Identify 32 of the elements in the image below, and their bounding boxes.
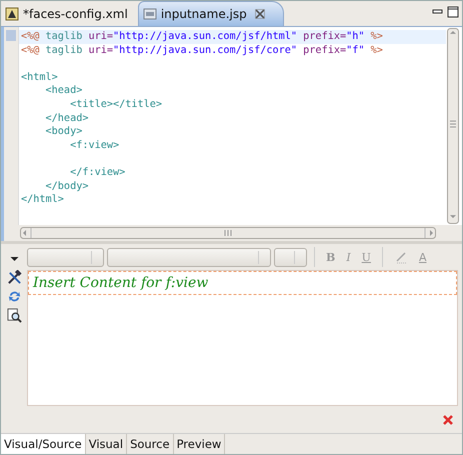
tools-icon[interactable] [6, 270, 22, 285]
code-line: <title></title> [69, 98, 162, 110]
horizontal-scrollbar[interactable] [20, 227, 436, 239]
view-tab[interactable]: Visual [86, 434, 128, 454]
error-icon [442, 414, 454, 426]
code-line: </f:view> [69, 166, 126, 178]
visual-editor[interactable]: Insert Content for f:view [27, 270, 458, 406]
config-file-icon [5, 6, 19, 20]
close-icon[interactable] [254, 9, 265, 19]
find-icon[interactable] [6, 308, 22, 323]
content-prompt: Insert Content for f:view [33, 275, 208, 291]
vertical-scrollbar[interactable] [446, 27, 462, 225]
code-line: <f:view> [69, 140, 120, 151]
code-line: </body> [44, 180, 88, 192]
view-tab[interactable]: Visual/Source [1, 434, 86, 454]
font-dropdown[interactable] [107, 248, 271, 266]
editor-tab[interactable]: inputname.jsp [138, 1, 284, 26]
pen-icon[interactable] [394, 250, 408, 264]
size-dropdown[interactable] [274, 248, 307, 266]
code-line: <body> [44, 126, 82, 138]
refresh-icon[interactable] [6, 289, 22, 304]
code-line: <%@ taglib uri="http://java.sun.com/jsf/html" prefix="h" %> [21, 31, 383, 42]
code-line: <%@ taglib uri="http://java.sun.com/jsf/core" prefix="f" %> [21, 44, 383, 56]
code-line: </head> [44, 112, 88, 124]
source-editor[interactable]: <%@ taglib uri="http://java.sun.com/jsf/html" prefix="h" %> <%@ taglib uri="http://java.sun.com/jsf/core" prefix="f" %> <html> <head> <title></title> </head> <body> <f:view> </f:view> </body> </html> [18, 27, 446, 225]
jsp-file-icon [142, 7, 157, 21]
code-line: <html> [21, 72, 58, 83]
code-line: <head> [44, 85, 82, 96]
maximize-icon[interactable] [447, 6, 459, 18]
code-line: </html> [21, 194, 64, 206]
style-dropdown[interactable] [27, 248, 104, 266]
editor-tab[interactable]: *faces-config.xml [1, 1, 138, 26]
